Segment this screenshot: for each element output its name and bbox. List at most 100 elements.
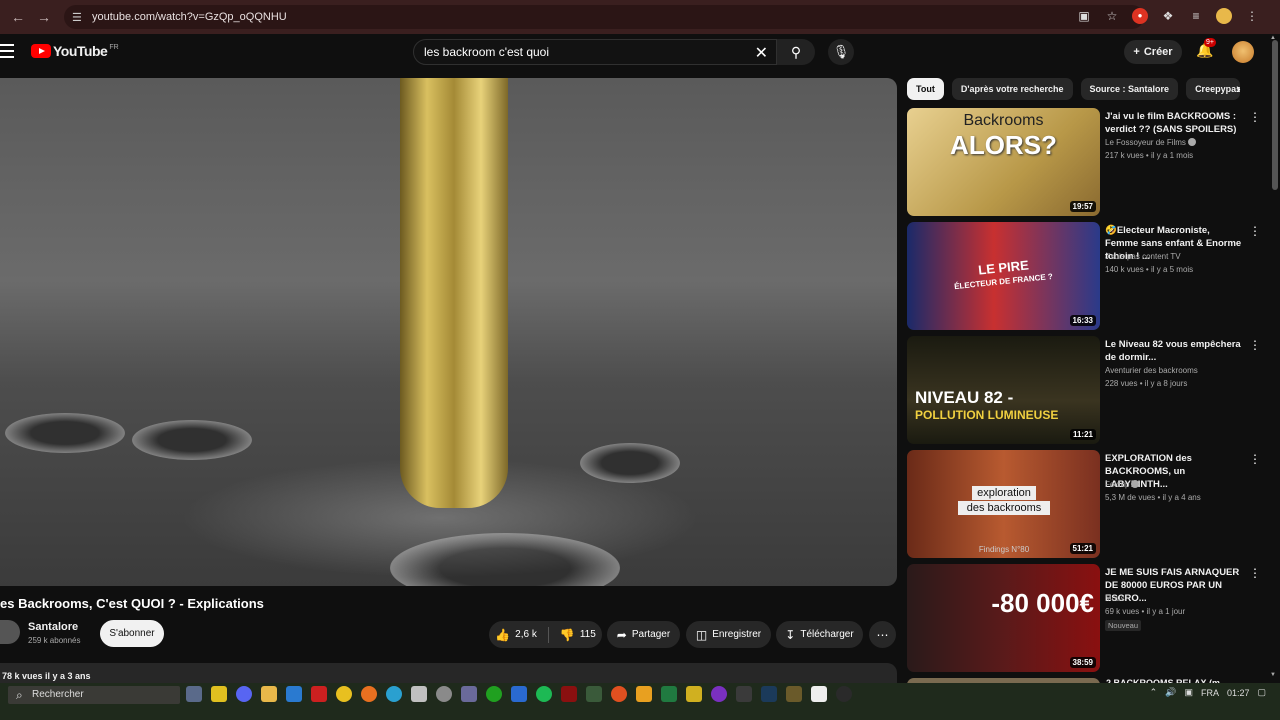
voice-search-button[interactable]: 🎙 (828, 39, 854, 65)
subscribe-button[interactable]: S'abonner (100, 620, 164, 647)
excel-icon[interactable] (661, 686, 677, 702)
share-label: Partager (631, 629, 671, 640)
youtube-logo[interactable]: YouTube FR (31, 43, 119, 59)
share-button[interactable]: ➦ Partager (607, 621, 680, 648)
search-box[interactable]: les backroom c'est quoi ✕ (413, 39, 777, 65)
video-title: es Backrooms, C'est QUOI ? - Explication… (0, 596, 264, 611)
vlc-icon[interactable] (636, 686, 652, 702)
store-icon[interactable] (286, 686, 302, 702)
media-controls-icon[interactable]: ≡ (1188, 8, 1204, 24)
video-thumbnail[interactable]: -80 000€ 38:59 (907, 564, 1100, 672)
more-vertical-icon[interactable]: ⋮ (1249, 339, 1261, 351)
recommendation-title[interactable]: J'ai vu le film BACKROOMS : verdict ?? (… (1105, 110, 1245, 136)
page-scrollbar[interactable] (1272, 40, 1278, 190)
steam-icon[interactable] (761, 686, 777, 702)
video-player[interactable] (0, 78, 897, 586)
download-button[interactable]: ↧ Télécharger (776, 621, 863, 648)
scroll-down-icon[interactable]: ▼ (1270, 672, 1276, 678)
firefox-icon[interactable] (361, 686, 377, 702)
file-explorer-icon[interactable] (261, 686, 277, 702)
photos-icon[interactable] (511, 686, 527, 702)
search-input[interactable]: les backroom c'est quoi (424, 45, 549, 59)
recommendation-title[interactable]: Le Niveau 82 vous empêchera de dormir... (1105, 338, 1245, 364)
save-button[interactable]: ◫ Enregistrer (686, 621, 771, 648)
recommendation-channel[interactable]: Feldup (1105, 480, 1140, 489)
recommendation-item[interactable]: Backrooms ALORS? 19:57 J'ai vu le film B… (907, 108, 1267, 218)
discord-icon[interactable] (236, 686, 252, 702)
chrome-icon[interactable] (336, 686, 352, 702)
recommendation-channel[interactable]: Le Fossoyeur de Films (1105, 138, 1196, 147)
task-view-icon[interactable] (186, 686, 202, 702)
recommendation-item[interactable]: -80 000€ 38:59 JE ME SUIS FAIS ARNAQUER … (907, 564, 1267, 674)
settings-gear-icon[interactable] (436, 686, 452, 702)
site-info-icon[interactable]: ☰ (72, 11, 86, 24)
more-vertical-icon[interactable]: ⋮ (1249, 453, 1261, 465)
app-orange-icon[interactable] (611, 686, 627, 702)
extensions-puzzle-icon[interactable]: ❖ (1160, 8, 1176, 24)
create-button[interactable]: + Créer (1124, 40, 1182, 64)
forward-icon[interactable]: → (36, 9, 52, 25)
volume-icon[interactable]: 🔊 (1165, 687, 1176, 698)
notifications-bell-icon[interactable]: 🔔 9+ (1196, 38, 1216, 59)
thumbnail-text: NIVEAU 82 - (915, 388, 1014, 407)
clear-search-icon[interactable]: ✕ (755, 43, 768, 63)
app-red-icon[interactable] (311, 686, 327, 702)
video-thumbnail[interactable]: LE PIRE ÉLECTEUR DE FRANCE ? 16:33 (907, 222, 1100, 330)
recommendation-channel[interactable]: J'suis pas content TV (1105, 252, 1181, 261)
thumbs-down-icon[interactable]: 👎 (560, 628, 575, 642)
chevron-right-icon[interactable]: › (1236, 80, 1241, 96)
chip-creepypasta[interactable]: Creepypas (1186, 78, 1241, 100)
more-actions-button[interactable]: ⋯ (869, 621, 896, 648)
account-avatar[interactable] (1232, 41, 1254, 63)
recommendation-item[interactable]: exploration des backrooms Findings N°80 … (907, 450, 1267, 560)
channel-avatar[interactable] (0, 620, 20, 644)
back-icon[interactable]: ← (10, 9, 26, 25)
obs-icon[interactable] (786, 686, 802, 702)
dislike-count[interactable]: 115 (580, 629, 596, 640)
recommendation-title[interactable]: JE ME SUIS FAIS ARNAQUER DE 80000 EUROS … (1105, 566, 1245, 605)
chip-source[interactable]: Source : Santalore (1080, 78, 1179, 100)
sticky-notes-icon[interactable] (211, 686, 227, 702)
install-icon[interactable]: ▣ (1076, 8, 1092, 24)
tray-chevron-icon[interactable]: ⌃ (1150, 687, 1158, 698)
app-icon[interactable] (461, 686, 477, 702)
channel-name[interactable]: Santalore (28, 621, 78, 633)
twitch-icon[interactable] (711, 686, 727, 702)
menu-icon[interactable] (0, 44, 14, 58)
thumbs-up-icon[interactable]: 👍 (495, 628, 510, 642)
clock[interactable]: 01:27 (1227, 688, 1250, 698)
video-thumbnail[interactable]: exploration des backrooms Findings N°80 … (907, 450, 1100, 558)
xbox-icon[interactable] (486, 686, 502, 702)
app-dark-red-icon[interactable] (561, 686, 577, 702)
app-black-icon[interactable] (836, 686, 852, 702)
spotify-icon[interactable] (536, 686, 552, 702)
more-vertical-icon[interactable]: ⋮ (1249, 567, 1261, 579)
recommendation-item[interactable]: LE PIRE ÉLECTEUR DE FRANCE ? 16:33 🤣Elec… (907, 222, 1267, 332)
more-vertical-icon[interactable]: ⋮ (1249, 225, 1261, 237)
taskbar-search[interactable]: Rechercher (8, 686, 180, 704)
app-gray-icon[interactable] (736, 686, 752, 702)
recommendation-item[interactable]: NIVEAU 82 - POLLUTION LUMINEUSE 11:21 Le… (907, 336, 1267, 446)
video-thumbnail[interactable]: NIVEAU 82 - POLLUTION LUMINEUSE 11:21 (907, 336, 1100, 444)
edge-icon[interactable] (386, 686, 402, 702)
extension-icon[interactable]: ● (1132, 8, 1148, 24)
recommendation-channel[interactable]: Mous (1105, 594, 1125, 603)
recommendation-channel[interactable]: Aventurier des backrooms (1105, 366, 1198, 375)
bookmark-star-icon[interactable]: ☆ (1104, 8, 1120, 24)
browser-menu-icon[interactable]: ⋮ (1244, 8, 1260, 24)
app-white-icon[interactable] (811, 686, 827, 702)
language-indicator[interactable]: FRA (1201, 688, 1219, 698)
app-yellow-icon[interactable] (686, 686, 702, 702)
video-thumbnail[interactable]: Backrooms ALORS? 19:57 (907, 108, 1100, 216)
like-count[interactable]: 2,6 k (515, 629, 537, 640)
search-button[interactable]: ⚲ (777, 39, 815, 65)
profile-avatar-icon[interactable] (1216, 8, 1232, 24)
app-green-icon[interactable] (586, 686, 602, 702)
chip-all[interactable]: Tout (907, 78, 944, 100)
calculator-icon[interactable] (411, 686, 427, 702)
more-vertical-icon[interactable]: ⋮ (1249, 111, 1261, 123)
address-bar[interactable]: ☰ youtube.com/watch?v=GzQp_oQQNHU (64, 5, 1144, 29)
notification-center-icon[interactable]: ▢ (1257, 687, 1266, 698)
network-icon[interactable]: ▣ (1184, 687, 1193, 698)
chip-from-search[interactable]: D'après votre recherche (951, 78, 1073, 100)
